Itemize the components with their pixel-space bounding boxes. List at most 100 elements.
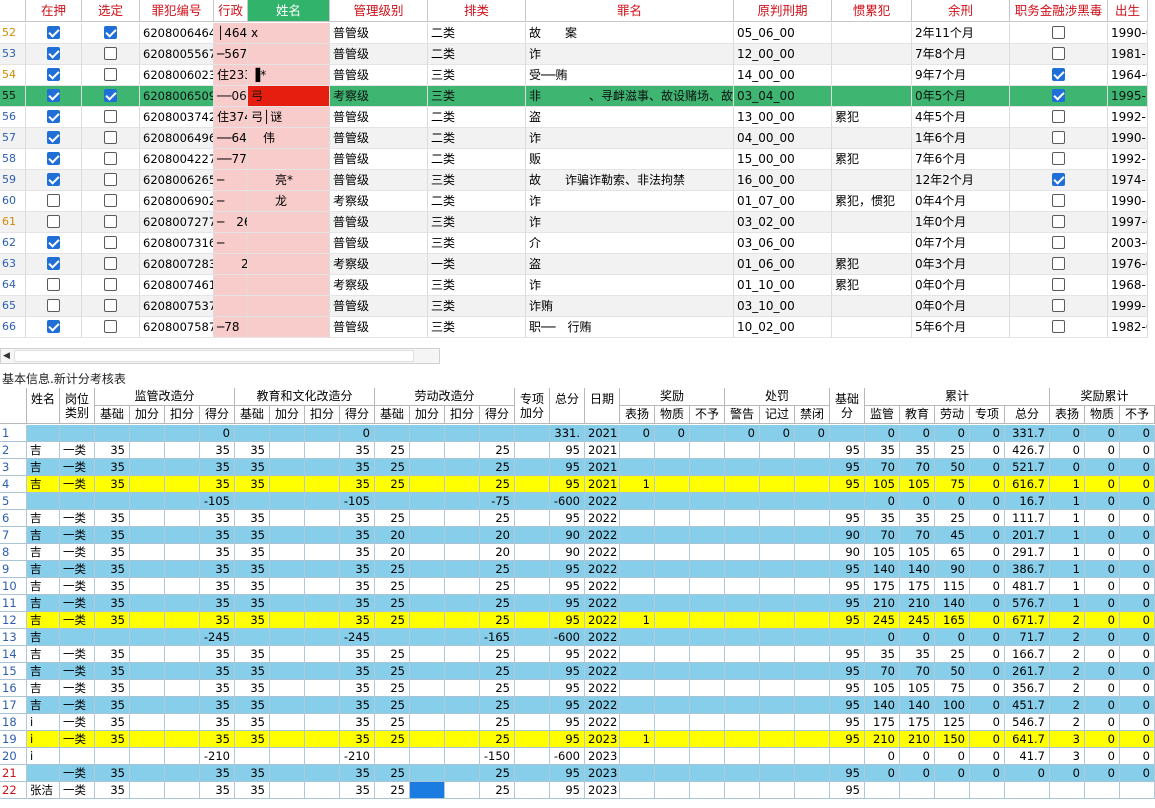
column-header[interactable]: 管理级别 xyxy=(330,0,428,22)
score-cell[interactable] xyxy=(655,663,690,680)
score-cell[interactable]: 175 xyxy=(865,714,900,731)
score-cell[interactable] xyxy=(130,544,165,561)
score-cell[interactable] xyxy=(445,612,480,629)
score-cell[interactable]: 150 xyxy=(935,731,970,748)
score-cell[interactable]: 2 xyxy=(1050,629,1085,646)
score-cell[interactable]: 35 xyxy=(95,476,130,493)
type-cell[interactable]: 一类 xyxy=(60,731,95,748)
checkbox-cell[interactable] xyxy=(1010,44,1108,65)
score-cell[interactable]: 35 xyxy=(200,595,235,612)
cell-habit[interactable] xyxy=(832,23,912,44)
name-cell[interactable]: 张洁 xyxy=(27,782,60,799)
score-cell[interactable] xyxy=(305,680,340,697)
score-cell[interactable] xyxy=(795,629,830,646)
score-cell[interactable]: 20 xyxy=(480,527,515,544)
score-cell[interactable] xyxy=(690,442,725,459)
score-cell[interactable] xyxy=(375,425,410,442)
score-cell[interactable]: 95 xyxy=(830,612,865,629)
score-cell[interactable] xyxy=(270,697,305,714)
row-number[interactable]: 3 xyxy=(0,459,27,476)
grid-column-header[interactable]: 劳动改造分 xyxy=(375,388,515,406)
cell-name[interactable] xyxy=(248,254,330,275)
score-cell[interactable]: 95 xyxy=(830,731,865,748)
cell-name[interactable]: 伟 xyxy=(248,128,330,149)
score-cell[interactable] xyxy=(515,697,550,714)
cell-cls[interactable]: 三类 xyxy=(428,317,526,338)
score-cell[interactable]: 0 xyxy=(1085,425,1120,442)
cell-id[interactable]: 6208007587 xyxy=(140,317,214,338)
score-cell[interactable]: 41.7 xyxy=(1005,748,1050,765)
score-cell[interactable] xyxy=(655,493,690,510)
score-cell[interactable]: 95 xyxy=(830,782,865,799)
checkbox-cell[interactable] xyxy=(1010,233,1108,254)
score-cell[interactable]: 25 xyxy=(375,578,410,595)
score-cell[interactable]: 0 xyxy=(865,748,900,765)
type-cell[interactable]: 一类 xyxy=(60,510,95,527)
score-cell[interactable] xyxy=(515,731,550,748)
score-cell[interactable]: 140 xyxy=(935,595,970,612)
score-cell[interactable]: 2022 xyxy=(585,697,620,714)
column-header[interactable]: 选定 xyxy=(82,0,140,22)
score-cell[interactable] xyxy=(305,425,340,442)
select-checkbox[interactable] xyxy=(104,110,117,123)
score-cell[interactable]: 0 xyxy=(620,425,655,442)
score-cell[interactable]: 2022 xyxy=(585,578,620,595)
cell-habit[interactable]: 累犯 xyxy=(832,107,912,128)
score-cell[interactable] xyxy=(795,510,830,527)
score-cell[interactable]: 1 xyxy=(1050,595,1085,612)
cell-term[interactable]: 12_00_00 xyxy=(734,44,832,65)
score-cell[interactable] xyxy=(130,527,165,544)
score-cell[interactable]: 35 xyxy=(340,782,375,799)
score-cell[interactable] xyxy=(165,731,200,748)
score-cell[interactable]: 245 xyxy=(865,612,900,629)
score-cell[interactable] xyxy=(620,765,655,782)
score-cell[interactable] xyxy=(445,782,480,799)
score-cell[interactable] xyxy=(795,612,830,629)
score-row[interactable]: 3 吉一类 35 35 35 35 25 25 95 2021 95 70 70 50 0 521.7 0 0 0 xyxy=(0,459,1155,476)
score-cell[interactable] xyxy=(725,476,760,493)
score-cell[interactable] xyxy=(410,578,445,595)
score-cell[interactable] xyxy=(165,629,200,646)
score-row[interactable]: 8 吉一类 35 35 35 35 20 20 90 2022 90 105 105 65 0 291.7 1 0… xyxy=(0,544,1155,561)
score-cell[interactable] xyxy=(830,629,865,646)
score-cell[interactable]: 0 xyxy=(1085,578,1120,595)
checkbox-cell[interactable] xyxy=(26,254,82,275)
cell-rest[interactable]: 7年6个月 xyxy=(912,149,1010,170)
score-cell[interactable]: 70 xyxy=(865,527,900,544)
score-cell[interactable]: 0 xyxy=(1085,765,1120,782)
score-cell[interactable]: 50 xyxy=(935,459,970,476)
grid-column-header[interactable]: 总分 xyxy=(1005,406,1050,424)
checkbox-cell[interactable] xyxy=(1010,296,1108,317)
score-cell[interactable]: 35 xyxy=(235,731,270,748)
score-cell[interactable]: 2022 xyxy=(585,629,620,646)
score-cell[interactable]: 0 xyxy=(970,697,1005,714)
type-cell[interactable]: 一类 xyxy=(60,782,95,799)
in-custody-checkbox[interactable] xyxy=(47,110,60,123)
score-cell[interactable]: 0 xyxy=(1085,544,1120,561)
score-cell[interactable] xyxy=(410,680,445,697)
score-cell[interactable] xyxy=(410,493,445,510)
score-cell[interactable]: 45 xyxy=(935,527,970,544)
score-cell[interactable]: 35 xyxy=(235,527,270,544)
finance-checkbox[interactable] xyxy=(1052,194,1065,207)
checkbox-cell[interactable] xyxy=(1010,170,1108,191)
score-cell[interactable]: 35 xyxy=(95,561,130,578)
score-cell[interactable]: 35 xyxy=(235,697,270,714)
score-cell[interactable] xyxy=(445,442,480,459)
score-cell[interactable] xyxy=(410,425,445,442)
grid-column-header[interactable]: 得分 xyxy=(480,406,515,424)
name-cell[interactable]: 吉 xyxy=(27,680,60,697)
score-cell[interactable]: 35 xyxy=(200,680,235,697)
score-cell[interactable]: 35 xyxy=(95,782,130,799)
score-cell[interactable]: 0 xyxy=(760,425,795,442)
select-checkbox[interactable] xyxy=(104,68,117,81)
score-cell[interactable]: 1 xyxy=(620,612,655,629)
cell-cls[interactable]: 二类 xyxy=(428,128,526,149)
score-cell[interactable]: 0 xyxy=(1120,697,1155,714)
name-cell[interactable] xyxy=(27,765,60,782)
cell-term[interactable]: 05_06_00 xyxy=(734,23,832,44)
score-cell[interactable] xyxy=(655,612,690,629)
cell-name[interactable] xyxy=(248,296,330,317)
score-cell[interactable] xyxy=(305,714,340,731)
cell-rest[interactable]: 4年5个月 xyxy=(912,107,1010,128)
